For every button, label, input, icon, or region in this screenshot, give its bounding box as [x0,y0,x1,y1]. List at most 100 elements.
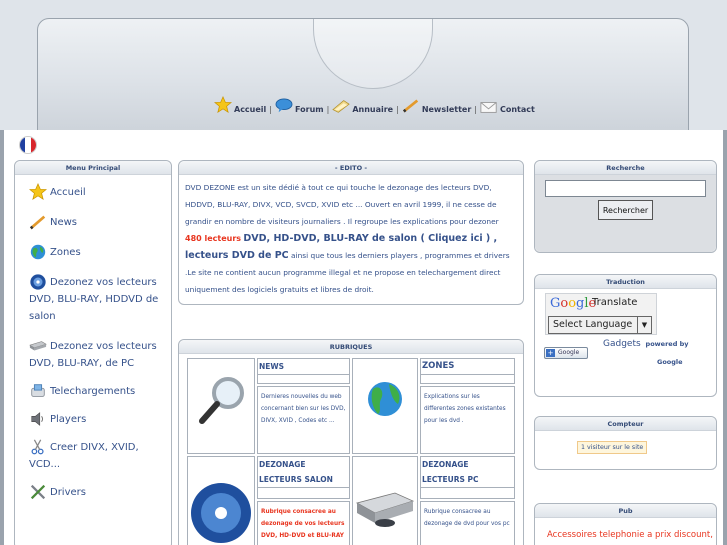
pub-panel: Pub Accessoires telephonie a prix discou… [534,503,717,545]
scissors-icon [31,439,44,455]
rubrique-salon-desc: Rubrique consacree au dezonage de vos le… [261,508,345,539]
gadgets-credit[interactable]: Gadgets powered by [603,339,689,349]
rubrique-zones[interactable]: ZONES [420,358,515,385]
nav-newsletter-label: Newsletter [421,105,472,114]
main-menu: Accueil News Zones Dezonez vos lecteurs … [15,175,171,501]
menu-item-label: Zones [50,246,81,258]
edito-count-link[interactable]: 480 lecteurs [185,234,241,243]
plus-icon: + [546,349,555,357]
rubrique-salon-image-cell[interactable] [187,456,255,545]
translate-label: Translate [592,297,638,308]
menu-item-label: Dezonez vos lecteurs DVD, BLU-RAY, de PC [29,341,157,369]
star-icon [29,183,47,201]
nav-accueil[interactable]: Accueil [214,96,266,114]
menu-item-news[interactable]: News [29,213,171,231]
add-to-google-button[interactable]: + Google [544,347,588,359]
pencil-icon [29,215,46,230]
menu-item-zones[interactable]: Zones [29,243,171,261]
gadgets-label: Gadgets [603,339,641,349]
nav-annuaire[interactable]: Annuaire [332,98,393,114]
compteur-title: Compteur [535,417,716,431]
recherche-panel: Recherche Rechercher [534,160,717,253]
compteur-panel: Compteur 1 visiteur sur le site [534,416,717,470]
nav-newsletter[interactable]: Newsletter [402,98,471,114]
visitor-counter: 1 visiteur sur le site [577,441,648,454]
header-arc-decoration [313,19,433,89]
traduction-panel: Traduction Google Translate Select Langu… [534,274,717,397]
search-input[interactable] [545,180,706,197]
menu-item-players[interactable]: Players [29,410,171,428]
french-flag-icon[interactable] [19,136,37,154]
tools-icon [30,484,46,500]
edito-panel: - EDITO - DVD DEZONE est un site dédié à… [178,160,524,305]
site-header: Accueil | Forum | Annuaire | Newsletter … [0,0,727,133]
menu-item-accueil[interactable]: Accueil [29,183,171,201]
nav-forum-label: Forum [294,105,324,114]
menu-item-label: Dezonez vos lecteurs DVD, BLU-RAY, HDDVD… [29,277,159,322]
rubrique-pc-desc-cell: Rubrique consacree au dezonage de dvd po… [420,500,515,545]
powered-by-label: powered by [645,340,689,348]
menu-item-drivers[interactable]: Drivers [29,483,171,501]
rubrique-pc-image-cell[interactable] [352,456,418,545]
rubrique-zones-title[interactable]: ZONES [421,359,514,375]
menu-item-creer-divx[interactable]: Creer DIVX, XVID, VCD... [29,438,171,473]
dvd-drive-icon [355,492,415,527]
recherche-title: Recherche [535,161,716,175]
star-icon [214,96,232,114]
nav-separator: | [269,105,272,114]
rubrique-salon[interactable]: DEZONAGE LECTEURS SALON [257,456,350,499]
rubrique-zones-image-cell[interactable] [352,358,418,454]
edito-text: DVD DEZONE est un site dédié à tout ce q… [179,175,523,302]
rubriques-grid: NEWS ZONES Dernieres nouvelles du web co… [185,356,517,545]
google-translate-widget: Google Translate Select Language ▼ [545,293,657,335]
pub-link[interactable]: Accessoires telephonie a prix discount, [547,530,713,540]
language-select[interactable]: Select Language ▼ [548,316,652,334]
nav-annuaire-label: Annuaire [352,105,394,114]
rubrique-news[interactable]: NEWS [257,358,350,385]
rubrique-news-title[interactable]: NEWS [258,359,349,375]
rubrique-salon-title[interactable]: DEZONAGE LECTEURS SALON [258,457,349,488]
top-navigation: Accueil | Forum | Annuaire | Newsletter … [214,92,535,114]
menu-item-label: Telechargements [50,385,136,397]
pub-title: Pub [535,504,716,518]
nav-separator: | [474,105,477,114]
rubrique-news-desc: Dernieres nouvelles du web concernant bi… [261,394,346,425]
google-logo: Google [550,296,597,311]
nav-separator: | [396,105,399,114]
speech-bubble-icon [275,98,293,113]
edito-title: - EDITO - [179,161,523,175]
powered-by-google[interactable]: Google [657,358,683,366]
menu-item-telechargements[interactable]: Telechargements [29,382,171,400]
envelope-icon [480,102,497,113]
nav-contact[interactable]: Contact [480,100,535,114]
search-button[interactable]: Rechercher [598,200,653,220]
nav-separator: | [326,105,330,114]
menu-item-label: Players [50,413,87,425]
disc-icon [30,274,46,290]
header-banner [37,18,689,133]
rubrique-news-image-cell[interactable] [187,358,255,454]
rubrique-salon-desc-cell: Rubrique consacree au dezonage de vos le… [257,500,350,545]
chevron-down-icon: ▼ [637,317,651,333]
globe-icon [368,382,402,416]
speaker-icon [31,412,43,426]
nav-accueil-label: Accueil [234,105,267,114]
rubriques-title: RUBRIQUES [179,340,523,354]
rubrique-zones-desc: Explications sur les differentes zones e… [424,394,506,425]
rubrique-zones-desc-cell: Explications sur les differentes zones e… [420,386,515,454]
page-body: Menu Principal Accueil News Zones Dezone… [0,130,727,545]
rubrique-pc[interactable]: DEZONAGE LECTEURS PC [420,456,515,499]
globe-icon [30,244,46,260]
menu-item-dezonez-salon[interactable]: Dezonez vos lecteurs DVD, BLU-RAY, HDDVD… [29,273,171,325]
menu-item-label: News [50,216,78,228]
language-select-value: Select Language [553,319,633,330]
rubrique-pc-desc: Rubrique consacree au dezonage de dvd po… [424,508,510,527]
menu-item-dezonez-pc[interactable]: Dezonez vos lecteurs DVD, BLU-RAY, de PC [29,337,171,372]
nav-forum[interactable]: Forum [275,98,324,114]
rubrique-pc-title[interactable]: DEZONAGE LECTEURS PC [421,457,514,488]
folder-icon [332,100,351,113]
traduction-title: Traduction [535,275,716,289]
dvd-disc-icon [191,483,251,543]
rubrique-news-desc-cell: Dernieres nouvelles du web concernant bi… [257,386,350,454]
rubriques-panel: RUBRIQUES NEWS ZONES Dernieres nouvelles… [178,339,524,545]
